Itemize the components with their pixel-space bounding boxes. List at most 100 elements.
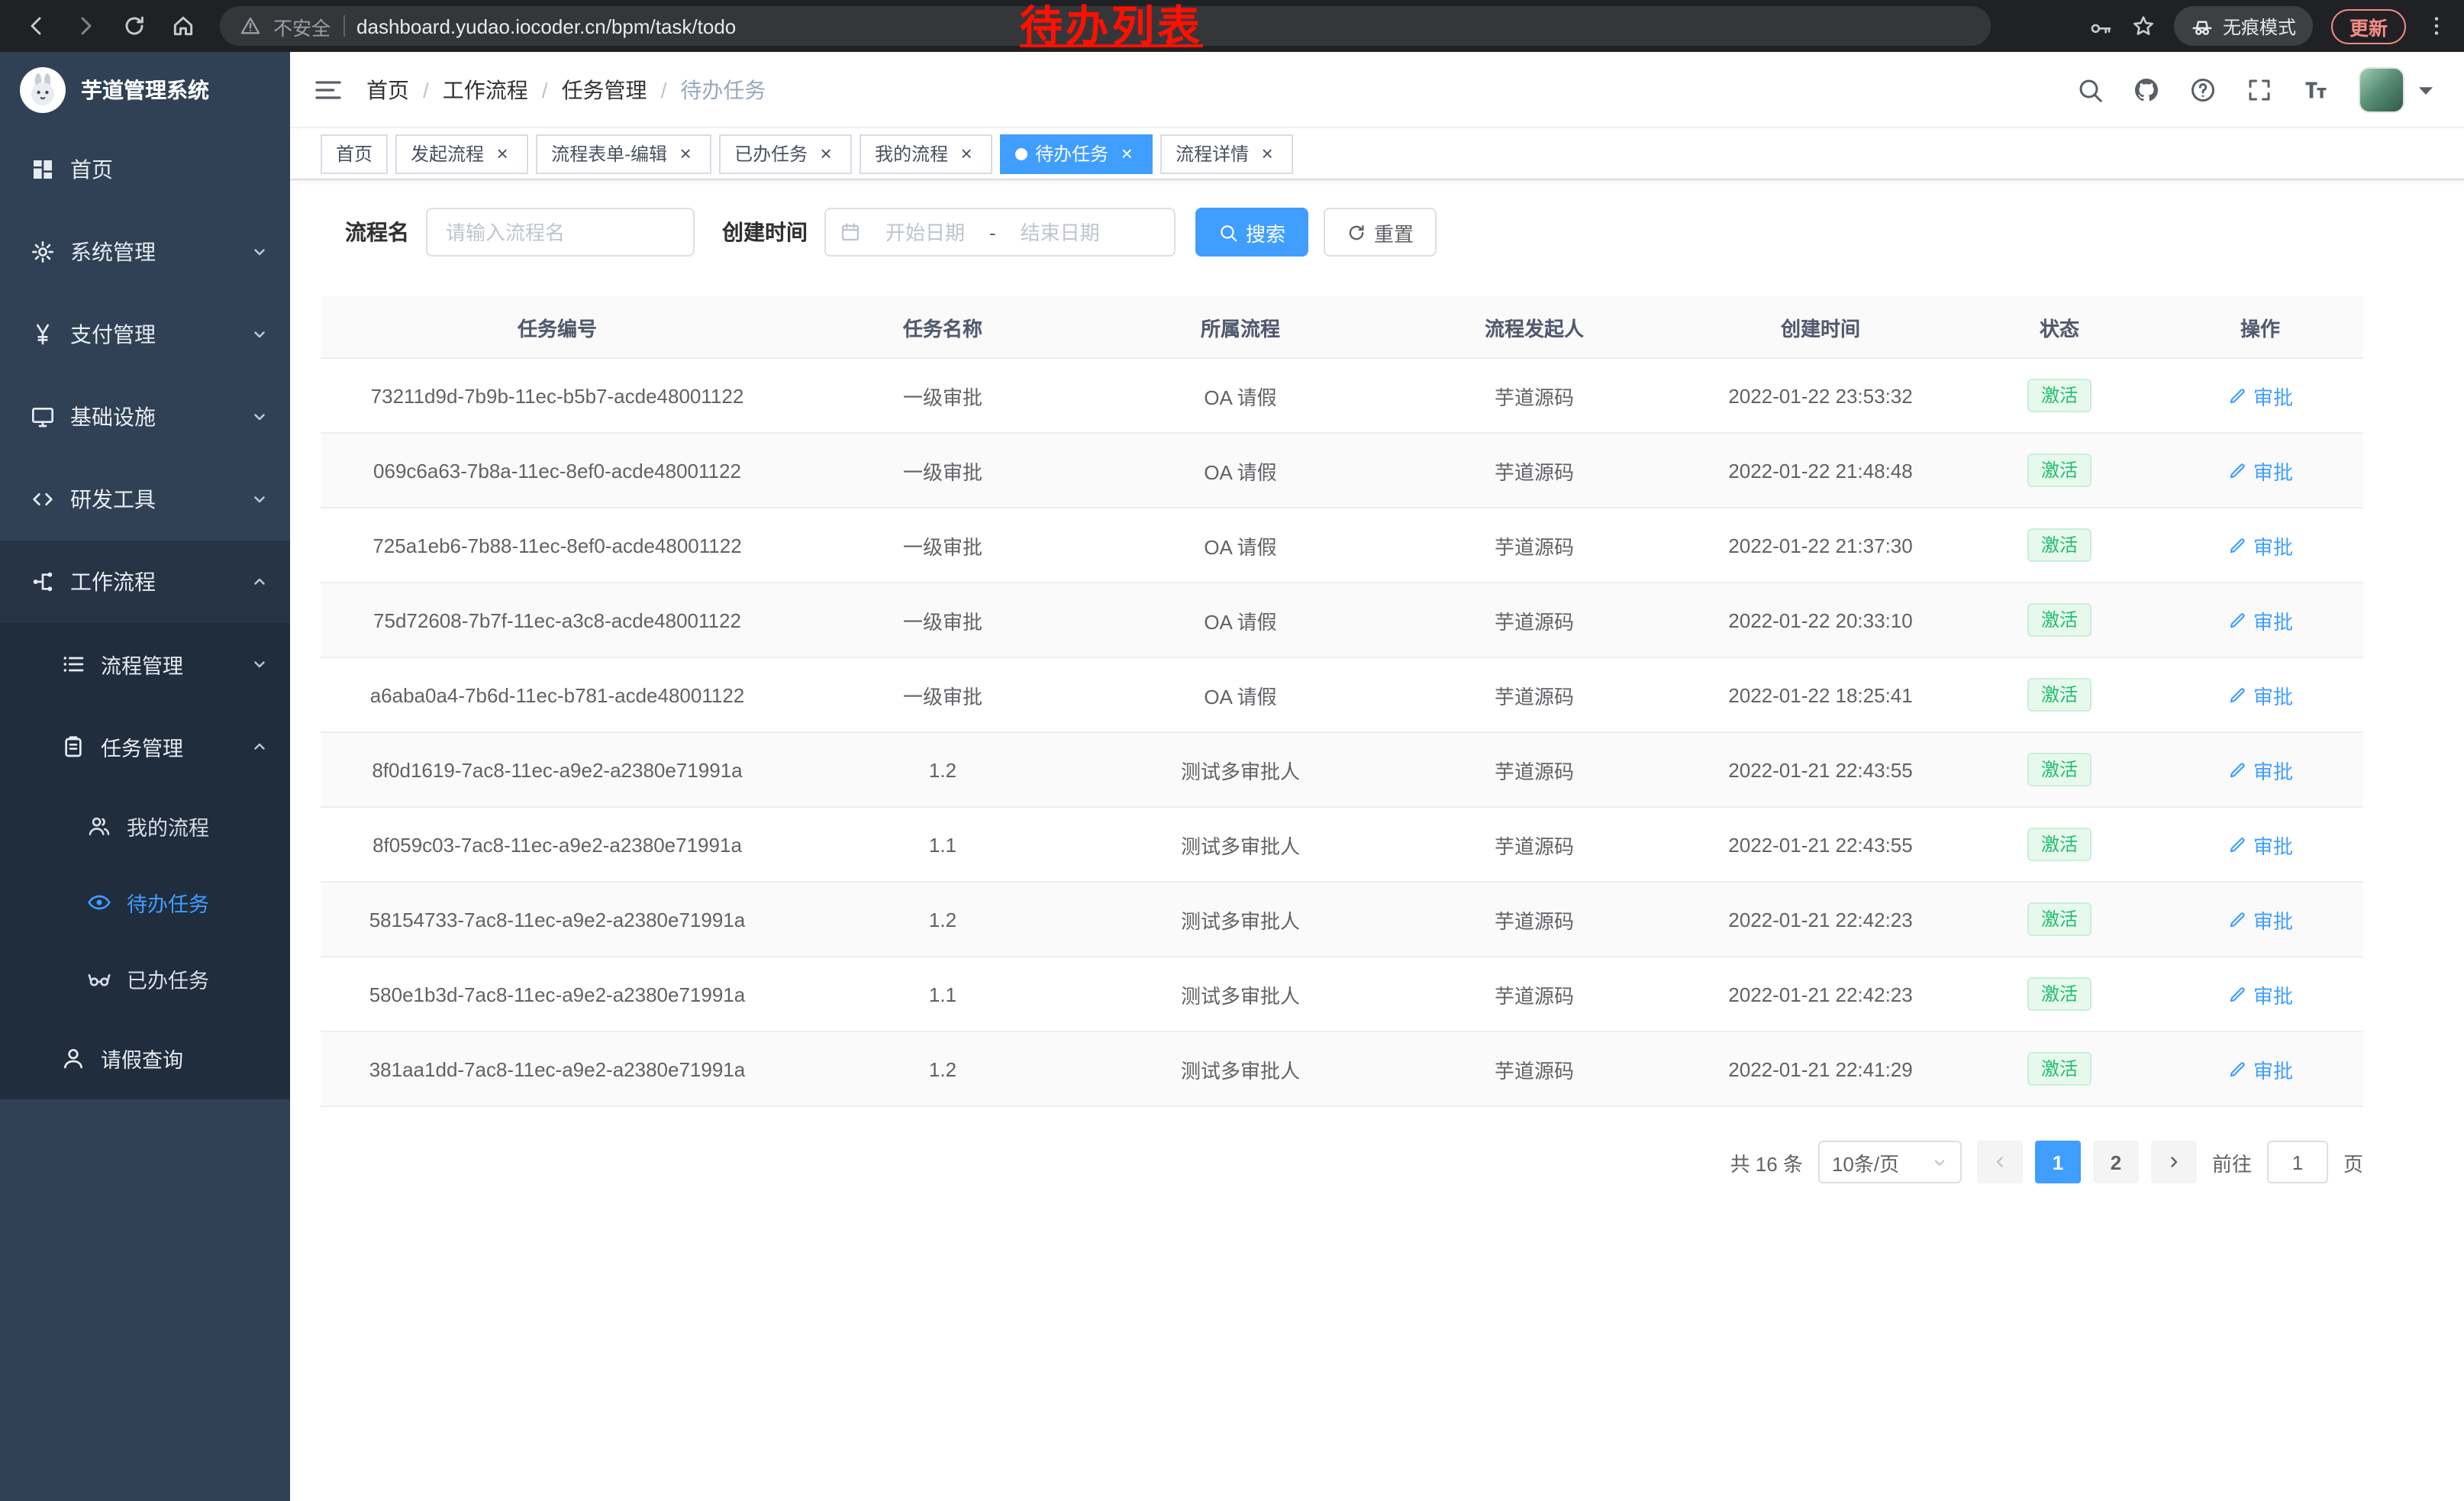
- sidebar-item[interactable]: 首页: [0, 128, 290, 211]
- approve-link[interactable]: 审批: [2227, 456, 2293, 485]
- tab-label: 首页: [336, 140, 373, 166]
- list-icon: [61, 652, 85, 676]
- table-header-cell: 操作: [2157, 296, 2363, 357]
- view-tab[interactable]: 流程详情 ×: [1160, 134, 1293, 173]
- chevron-icon: [250, 490, 269, 508]
- tab-close-icon[interactable]: ×: [956, 143, 977, 164]
- cell-task-id: a6aba0a4-7b6d-11ec-b781-acde48001122: [321, 658, 794, 731]
- breadcrumb-item[interactable]: / 首页: [366, 74, 409, 105]
- app-logo[interactable]: 芋道管理系统: [0, 52, 290, 128]
- sidebar-item[interactable]: 支付管理: [0, 293, 290, 376]
- view-tab[interactable]: 流程表单-编辑 ×: [536, 134, 711, 173]
- cell-initiator: 芋道源码: [1389, 583, 1679, 657]
- search-button-label: 搜索: [1246, 218, 1285, 247]
- chevron-icon: [250, 738, 269, 756]
- end-date-input[interactable]: [1002, 219, 1118, 245]
- sidebar-item[interactable]: 基础设施: [0, 376, 290, 458]
- tab-label: 发起流程: [411, 140, 484, 166]
- view-tab[interactable]: 已办任务 ×: [719, 134, 852, 173]
- browser-update-button[interactable]: 更新: [2331, 8, 2406, 44]
- sidebar-item-label: 首页: [70, 154, 113, 185]
- view-tab[interactable]: 我的流程 ×: [859, 134, 992, 173]
- edit-icon: [2227, 685, 2247, 705]
- sidebar-item[interactable]: 请假查询: [0, 1017, 290, 1099]
- approve-label: 审批: [2253, 605, 2293, 634]
- page-number-button[interactable]: 1: [2035, 1141, 2081, 1183]
- approve-link[interactable]: 审批: [2227, 980, 2293, 1009]
- incognito-label: 无痕模式: [2223, 13, 2296, 39]
- approve-link[interactable]: 审批: [2227, 755, 2293, 784]
- sidebar-item[interactable]: 任务管理: [0, 705, 290, 788]
- approve-link[interactable]: 审批: [2227, 680, 2293, 709]
- key-icon[interactable]: [2088, 14, 2113, 38]
- avatar[interactable]: [2359, 66, 2404, 112]
- approve-link[interactable]: 审批: [2227, 605, 2293, 634]
- browser-home-button[interactable]: [162, 5, 205, 47]
- text-size-icon[interactable]: [2302, 76, 2330, 103]
- start-date-input[interactable]: [867, 219, 983, 245]
- sidebar-item[interactable]: 工作流程: [0, 541, 290, 623]
- view-tab[interactable]: 发起流程 ×: [395, 134, 528, 173]
- approve-link[interactable]: 审批: [2227, 830, 2293, 859]
- sidebar-item[interactable]: 系统管理: [0, 211, 290, 293]
- edit-icon: [2227, 386, 2247, 405]
- approve-label: 审批: [2253, 830, 2293, 859]
- cell-action: 审批: [2157, 733, 2363, 806]
- process-name-input[interactable]: [426, 208, 695, 257]
- prev-page-button[interactable]: [1977, 1141, 2023, 1183]
- sidebar-item[interactable]: 流程管理: [0, 623, 290, 705]
- browser-reload-button[interactable]: [113, 5, 156, 47]
- table-row: 8f059c03-7ac8-11ec-a9e2-a2380e71991a 1.1…: [321, 808, 2363, 883]
- breadcrumb-item[interactable]: / 任务管理: [528, 74, 647, 105]
- cell-created-time: 2022-01-22 21:37:30: [1679, 508, 1962, 582]
- browser-back-button[interactable]: [15, 5, 58, 47]
- tab-close-icon[interactable]: ×: [675, 143, 696, 164]
- status-badge: 激活: [2027, 753, 2091, 786]
- sidebar-item[interactable]: 已办任务: [0, 941, 290, 1017]
- fullscreen-icon[interactable]: [2246, 76, 2273, 103]
- cell-task-id: 725a1eb6-7b88-11ec-8ef0-acde48001122: [321, 508, 794, 582]
- approve-link[interactable]: 审批: [2227, 905, 2293, 934]
- chevron-icon: [250, 573, 269, 591]
- sidebar-item-label: 请假查询: [101, 1043, 183, 1073]
- tab-close-icon[interactable]: ×: [1256, 143, 1278, 164]
- sidebar-item[interactable]: 待办任务: [0, 864, 290, 941]
- navbar-actions: [2076, 66, 2464, 112]
- view-tab[interactable]: 首页 ×: [321, 134, 388, 173]
- page-number-button[interactable]: 2: [2093, 1141, 2139, 1183]
- date-range-picker[interactable]: -: [824, 208, 1176, 257]
- approve-link[interactable]: 审批: [2227, 381, 2293, 410]
- table-header-cell: 所属流程: [1092, 296, 1389, 357]
- sidebar-toggle-button[interactable]: [290, 52, 366, 127]
- bookmark-star-icon[interactable]: [2131, 14, 2156, 38]
- search-button[interactable]: 搜索: [1195, 208, 1308, 257]
- browser-forward-button[interactable]: [64, 5, 107, 47]
- breadcrumb-item[interactable]: / 工作流程: [409, 74, 528, 105]
- user-menu[interactable]: [2359, 66, 2440, 112]
- browser-right-controls: 无痕模式 更新: [2088, 6, 2449, 46]
- help-icon[interactable]: [2189, 76, 2217, 103]
- main-content: / 首页 / 工作流程 / 任务管理: [290, 52, 2464, 1501]
- caret-down-icon: [2412, 76, 2440, 103]
- cell-action: 审批: [2157, 883, 2363, 956]
- breadcrumb-separator: /: [542, 77, 548, 102]
- approve-link[interactable]: 审批: [2227, 1054, 2293, 1083]
- view-tab[interactable]: 待办任务 ×: [1000, 134, 1153, 173]
- next-page-button[interactable]: [2151, 1141, 2197, 1183]
- approve-link[interactable]: 审批: [2227, 531, 2293, 560]
- search-icon[interactable]: [2076, 76, 2104, 103]
- page-size-select[interactable]: 10条/页: [1818, 1141, 1962, 1183]
- reset-button[interactable]: 重置: [1324, 208, 1437, 257]
- cell-process: OA 请假: [1092, 658, 1389, 731]
- breadcrumb-label: 工作流程: [443, 74, 528, 105]
- filter-bar: 流程名 创建时间 - 搜索 重置: [345, 208, 2464, 257]
- github-icon[interactable]: [2133, 76, 2160, 103]
- tab-close-icon[interactable]: ×: [815, 143, 837, 164]
- sidebar-item[interactable]: 研发工具: [0, 458, 290, 541]
- browser-menu-kebab-icon[interactable]: [2424, 14, 2449, 38]
- breadcrumb-item[interactable]: / 待办任务: [647, 74, 766, 105]
- tab-close-icon[interactable]: ×: [1116, 143, 1137, 164]
- sidebar-item[interactable]: 我的流程: [0, 788, 290, 864]
- tab-close-icon[interactable]: ×: [492, 143, 513, 164]
- goto-page-input[interactable]: [2267, 1141, 2328, 1183]
